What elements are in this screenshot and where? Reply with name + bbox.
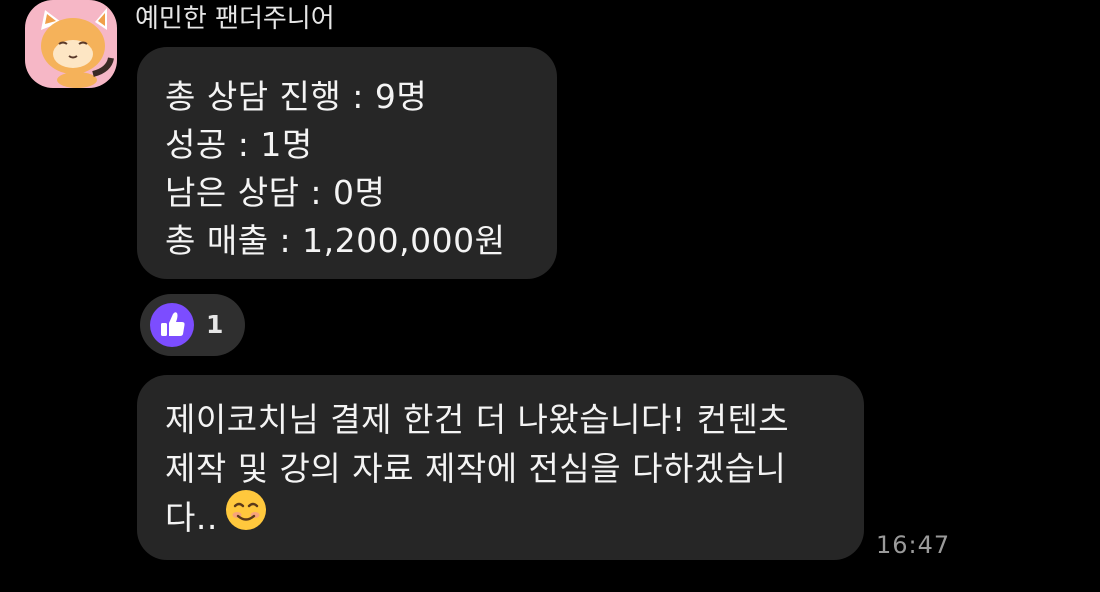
sender-name: 예민한 팬더주니어	[135, 4, 335, 34]
message-bubble[interactable]: 제이코치님 결제 한건 더 나왔습니다! 컨텐츠 제작 및 강의 자료 제작에 …	[137, 375, 864, 560]
reaction-badge[interactable]: 1	[140, 294, 245, 356]
avatar[interactable]	[25, 0, 117, 88]
message-line-text: 다..	[165, 498, 218, 537]
message-line: 제이코치님 결제 한건 더 나왔습니다! 컨텐츠	[165, 400, 790, 439]
message-line: 성공 : 1명	[165, 125, 313, 164]
message-timestamp: 16:47	[876, 531, 951, 559]
thumbs-up-icon	[150, 303, 194, 347]
smiling-face-emoji	[224, 488, 268, 545]
message-bubble[interactable]: 총 상담 진행 : 9명 성공 : 1명 남은 상담 : 0명 총 매출 : 1…	[137, 47, 557, 279]
red-panda-avatar-icon	[41, 8, 114, 88]
message-line-with-emoji: 다..	[165, 490, 836, 545]
message-line: 총 상담 진행 : 9명	[165, 77, 428, 116]
message-line: 남은 상담 : 0명	[165, 173, 386, 212]
message-line: 제작 및 강의 자료 제작에 전심을 다하겠습니	[165, 449, 787, 488]
message-line: 총 매출 : 1,200,000원	[165, 221, 506, 260]
reaction-count: 1	[206, 310, 224, 339]
